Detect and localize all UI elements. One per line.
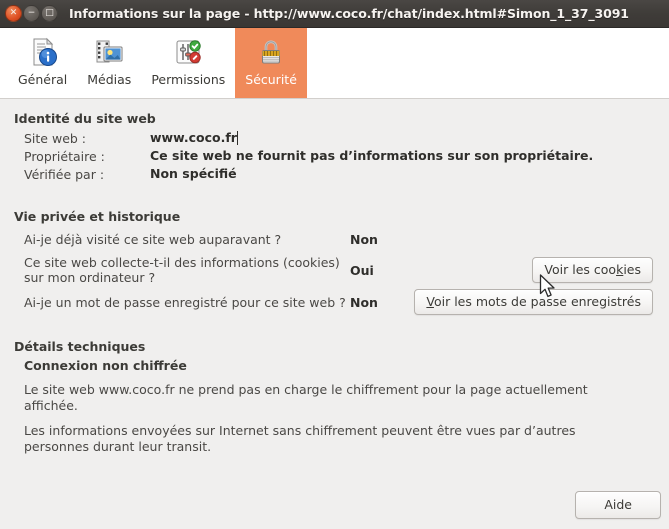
cookies-action-slot: Voir les cookies [414, 257, 653, 283]
text-caret [236, 131, 238, 145]
minimize-window-button[interactable]: − [23, 5, 40, 22]
visited-answer: Non [350, 232, 378, 247]
privacy-section-heading: Vie privée et historique [14, 209, 181, 224]
identity-fields: Site web : www.coco.fr Propriétaire : Ce… [14, 130, 653, 182]
cookies-question: Ce site web collecte-t-il des informatio… [24, 255, 340, 285]
cookies-answer: Oui [350, 262, 374, 278]
page-info-tabbar: Général Médias Permissions Sécurité [0, 28, 669, 99]
tab-permissions[interactable]: Permissions [141, 28, 235, 98]
owner-value: Ce site web ne fournit pas d’information… [150, 148, 594, 163]
window-titlebar: ✕ − □ Informations sur la page - http://… [0, 0, 669, 28]
site-value-text: www.coco.fr [150, 130, 237, 145]
owner-label: Propriétaire : [24, 149, 105, 164]
help-button[interactable]: Aide [575, 491, 661, 519]
password-action-slot: Voir les mots de passe enregistrés [414, 289, 653, 315]
view-saved-passwords-button[interactable]: Voir les mots de passe enregistrés [414, 289, 653, 315]
technical-paragraph-1: Le site web www.coco.fr ne prend pas en … [24, 382, 588, 413]
tab-medias-label: Médias [87, 72, 132, 87]
verified-by-value: Non spécifié [150, 166, 237, 181]
technical-paragraph-2: Les informations envoyées sur Internet s… [24, 423, 576, 454]
maximize-icon: □ [45, 8, 54, 18]
tab-securite[interactable]: Sécurité [235, 28, 307, 98]
tab-general[interactable]: Général [8, 28, 77, 98]
window-title: Informations sur la page - http://www.co… [69, 6, 629, 21]
tab-permissions-label: Permissions [151, 72, 226, 87]
tab-general-label: Général [18, 72, 68, 87]
password-answer: Non [350, 294, 378, 310]
maximize-window-button[interactable]: □ [41, 5, 58, 22]
password-question: Ai-je un mot de passe enregistré pour ce… [24, 294, 346, 310]
dialog-footer: Aide [575, 491, 661, 519]
permissions-sliders-icon [171, 35, 205, 69]
privacy-fields: Ai-je déjà visité ce site web auparavant… [14, 228, 653, 315]
tab-securite-label: Sécurité [245, 72, 297, 87]
visited-question: Ai-je déjà visité ce site web auparavant… [24, 232, 282, 247]
view-cookies-button[interactable]: Voir les cookies [532, 257, 653, 283]
security-panel: Identité du site web Site web : www.coco… [0, 99, 669, 529]
window-controls: ✕ − □ [0, 5, 58, 22]
verified-by-label: Vérifiée par : [24, 167, 105, 182]
identity-section-heading: Identité du site web [14, 111, 156, 126]
padlock-icon [254, 35, 288, 69]
site-value: www.coco.fr [150, 130, 653, 146]
technical-section-heading: Détails techniques [14, 339, 146, 354]
close-icon: ✕ [9, 8, 18, 18]
connection-status: Connexion non chiffrée [24, 358, 187, 373]
tab-medias[interactable]: Médias [77, 28, 141, 98]
site-label: Site web : [24, 131, 87, 146]
document-info-icon [26, 35, 60, 69]
minimize-icon: − [27, 8, 36, 18]
close-window-button[interactable]: ✕ [5, 5, 22, 22]
media-film-icon [92, 35, 126, 69]
